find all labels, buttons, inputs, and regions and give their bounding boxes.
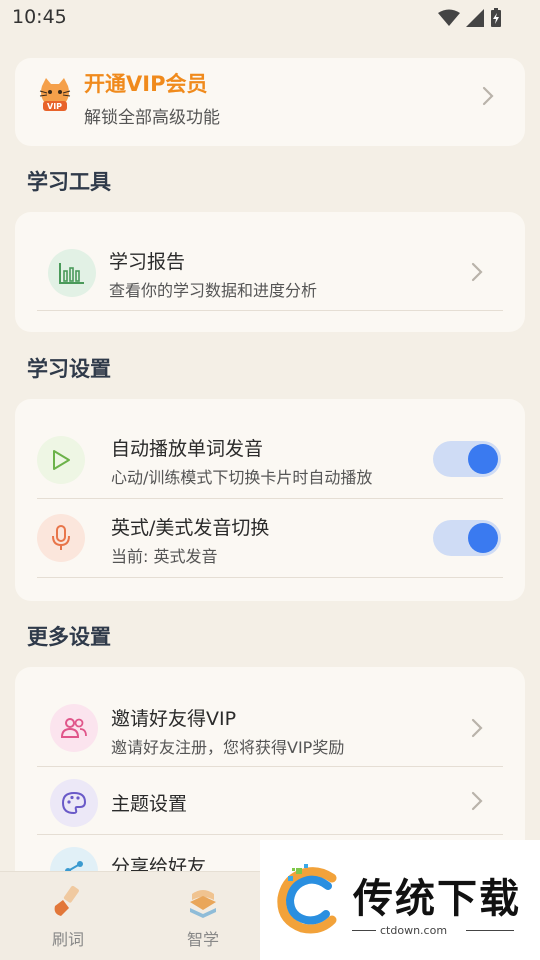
theme-title: 主题设置 [111,793,188,815]
chevron-right-icon [482,86,494,106]
vip-cat-icon: VIP [37,76,73,112]
invite-subtitle: 邀请好友注册，您将获得VIP奖励 [111,738,345,757]
autoplay-subtitle: 心动/训练模式下切换卡片时自动播放 [111,468,373,487]
microphone-icon [52,525,70,550]
status-icons [438,8,502,28]
accent-subtitle: 当前: 英式发音 [111,547,218,566]
invite-title: 邀请好友得VIP [111,708,237,730]
report-icon-bg [48,249,96,297]
vip-subtitle: 解锁全部高级功能 [84,108,220,128]
cellular-signal-icon [466,9,484,27]
toggle-knob [468,523,498,553]
toggle-knob [468,444,498,474]
status-bar: 10:45 [0,0,540,36]
wifi-icon [438,9,460,26]
divider [37,310,503,311]
ctdown-logo-icon [277,864,337,934]
invite-row[interactable]: 邀请好友得VIP 邀请好友注册，您将获得VIP奖励 [15,667,525,766]
invite-icon-bg [50,704,98,752]
autoplay-toggle[interactable] [433,441,501,477]
watermark-brand: 传统下载 [353,876,521,922]
accent-icon-bg [37,514,85,562]
tools-card: 学习报告 查看你的学习数据和进度分析 [15,212,525,332]
divider [466,930,514,931]
section-title-more: 更多设置 [27,625,111,649]
bar-chart-icon [59,263,84,284]
report-title: 学习报告 [109,251,186,273]
report-subtitle: 查看你的学习数据和进度分析 [109,281,318,300]
play-icon [53,450,70,470]
books-icon [190,890,216,918]
report-row[interactable]: 学习报告 查看你的学习数据和进度分析 [15,212,525,310]
chevron-right-icon [471,791,483,811]
vip-title: 开通VIP会员 [84,72,208,96]
autoplay-title: 自动播放单词发音 [111,438,264,460]
theme-icon-bg [50,779,98,827]
accent-toggle[interactable] [433,520,501,556]
brush-icon [54,885,79,916]
section-title-tools: 学习工具 [27,170,111,194]
nav-label: 刷词 [51,930,84,949]
theme-row[interactable]: 主题设置 [15,767,525,834]
status-time: 10:45 [12,6,67,28]
autoplay-icon-bg [37,436,85,484]
divider [352,930,376,931]
accent-row: 英式/美式发音切换 当前: 英式发音 [15,499,525,577]
chevron-right-icon [471,718,483,738]
section-title-settings: 学习设置 [27,357,111,381]
vip-card[interactable]: VIP 开通VIP会员 解锁全部高级功能 [15,58,525,146]
palette-icon [61,791,87,815]
accent-title: 英式/美式发音切换 [111,517,270,539]
nav-item-brush[interactable]: 刷词 [28,884,108,950]
nav-label: 智学 [186,930,219,949]
vip-badge: VIP [47,102,63,111]
users-icon [60,718,87,738]
nav-item-learn[interactable]: 智学 [163,884,243,950]
settings-card: 自动播放单词发音 心动/训练模式下切换卡片时自动播放 英式/美式发音切换 当前:… [15,399,525,601]
chevron-right-icon [471,262,483,282]
battery-charging-icon [491,8,501,27]
watermark-url: ctdown.com [380,924,448,937]
autoplay-row: 自动播放单词发音 心动/训练模式下切换卡片时自动播放 [15,399,525,498]
watermark-logo: 传统下载 ctdown.com [260,840,540,960]
divider [37,577,503,578]
